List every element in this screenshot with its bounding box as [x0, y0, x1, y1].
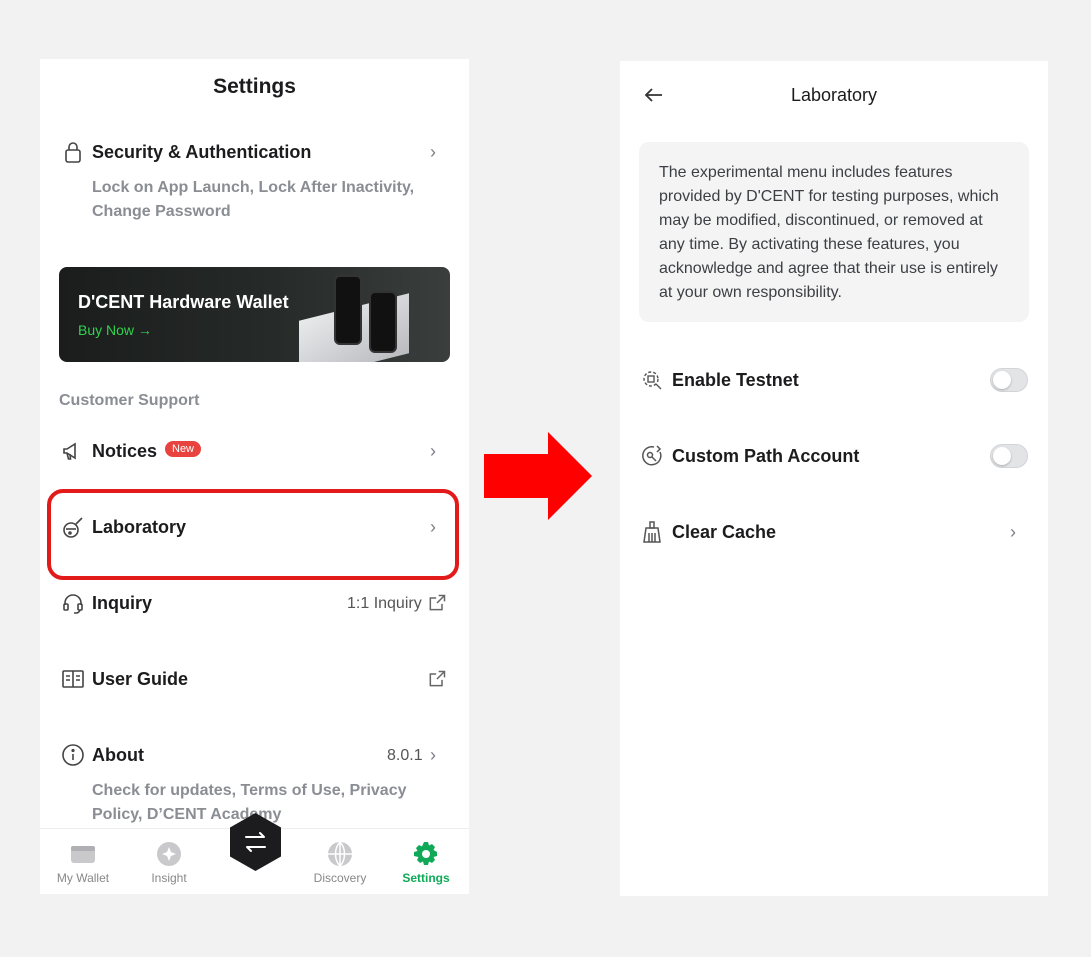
lock-icon	[61, 140, 85, 164]
section-label: Customer Support	[59, 392, 200, 409]
tab-label: Discovery	[313, 871, 367, 885]
security-subtitle-1: Lock on App Launch, Lock After Inactivit…	[92, 179, 415, 196]
laboratory-highlight-box	[47, 489, 459, 580]
custom-path-account-label: Custom Path Account	[672, 446, 860, 466]
tab-label: My Wallet	[56, 871, 110, 885]
megaphone-icon	[61, 439, 85, 463]
laboratory-description: The experimental menu includes features …	[639, 142, 1029, 322]
tab-discovery[interactable]: Discovery	[297, 829, 383, 885]
enable-testnet-toggle[interactable]	[990, 368, 1028, 392]
device-image	[369, 291, 397, 353]
headset-icon	[61, 591, 85, 615]
chevron-right-icon: ›	[430, 441, 436, 461]
chevron-right-icon: ›	[1010, 522, 1016, 542]
custom-path-account-toggle[interactable]	[990, 444, 1028, 468]
security-title: Security & Authentication	[92, 142, 312, 162]
laboratory-screen: Laboratory The experimental menu include…	[620, 61, 1048, 896]
insight-icon	[156, 841, 182, 867]
user-guide-label: User Guide	[92, 669, 189, 689]
inquiry-label: Inquiry	[92, 593, 153, 613]
custom-path-account-row: Custom Path Account	[620, 438, 1048, 474]
security-subtitle-2: Change Password	[92, 203, 231, 220]
wallet-icon	[70, 841, 96, 867]
enable-testnet-label: Enable Testnet	[672, 370, 799, 390]
globe-icon	[327, 841, 353, 867]
notices-row[interactable]: Notices New ›	[40, 433, 469, 469]
settings-screen: Settings Security & Authentication › Loc…	[40, 59, 469, 894]
chevron-right-icon: ›	[430, 142, 436, 162]
tab-my-wallet[interactable]: My Wallet	[40, 829, 126, 885]
tab-insight[interactable]: Insight	[126, 829, 212, 885]
external-link-icon[interactable]	[427, 669, 447, 689]
chevron-right-icon: ›	[430, 745, 436, 765]
device-image	[334, 275, 362, 345]
info-icon	[61, 743, 85, 767]
page-title: Settings	[213, 75, 296, 98]
hardware-wallet-banner[interactable]: D'CENT Hardware Wallet Buy Now →	[59, 267, 450, 362]
user-guide-row[interactable]: User Guide	[40, 661, 469, 697]
clear-cache-label: Clear Cache	[672, 522, 777, 542]
tab-settings[interactable]: Settings	[383, 829, 469, 885]
about-subtitle-1: Check for updates, Terms of Use, Privacy	[92, 782, 407, 799]
security-row[interactable]: Security & Authentication › Lock on App …	[40, 134, 469, 234]
toggle-knob	[993, 371, 1011, 389]
toggle-knob	[993, 447, 1011, 465]
tab-label: Insight	[151, 871, 187, 885]
gear-icon	[413, 841, 439, 867]
new-badge: New	[165, 441, 202, 457]
clear-cache-row[interactable]: Clear Cache ›	[620, 514, 1048, 550]
page-title: Laboratory	[790, 85, 878, 105]
testnet-search-icon	[640, 368, 664, 392]
inquiry-value: 1:1 Inquiry	[347, 595, 422, 612]
book-icon	[61, 667, 85, 691]
broom-icon	[640, 520, 664, 544]
swap-button[interactable]	[228, 812, 283, 872]
banner-buy-now-link[interactable]: Buy Now →	[78, 322, 152, 338]
custom-path-icon	[640, 444, 664, 468]
about-label: About	[92, 745, 144, 765]
banner-title: D'CENT Hardware Wallet	[78, 292, 289, 312]
tab-label: Settings	[402, 871, 450, 885]
external-link-icon[interactable]	[427, 593, 447, 613]
enable-testnet-row: Enable Testnet	[620, 362, 1048, 398]
notices-label: Notices	[92, 441, 158, 461]
transition-arrow-icon	[484, 432, 592, 520]
swap-icon	[230, 813, 281, 871]
app-version: 8.0.1	[387, 747, 423, 764]
inquiry-row[interactable]: Inquiry 1:1 Inquiry	[40, 585, 469, 621]
